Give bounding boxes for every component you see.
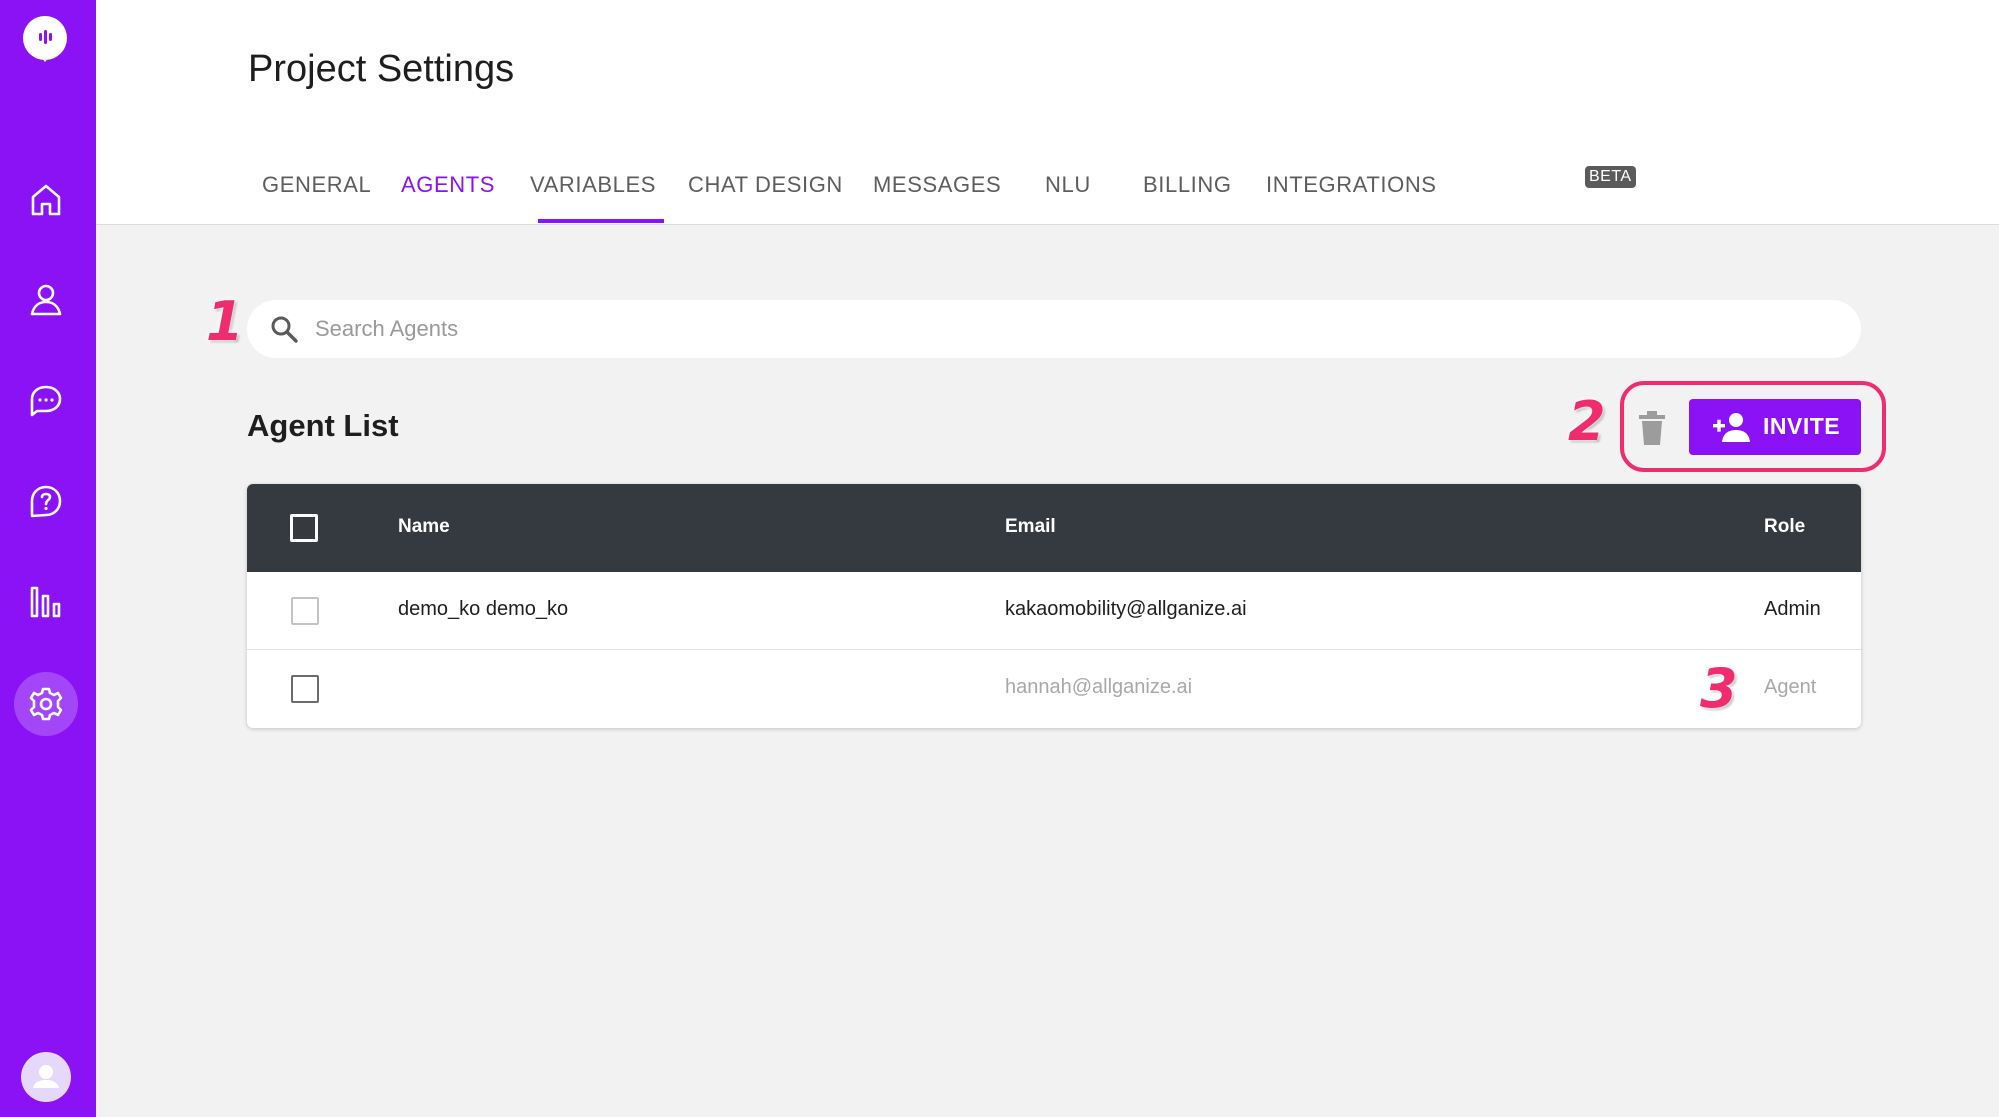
avatar[interactable] [21, 1052, 71, 1102]
active-tab-indicator [538, 219, 664, 223]
agent-role: Admin [1764, 598, 1821, 620]
tab-chat-design[interactable]: CHAT DESIGN [688, 172, 843, 198]
tab-billing[interactable]: BILLING [1143, 172, 1232, 198]
tab-agents[interactable]: AGENTS [401, 172, 495, 198]
table-row[interactable]: hannah@allganize.ai Agent [247, 650, 1861, 728]
row-checkbox[interactable] [291, 675, 319, 703]
brand-logo-icon[interactable] [23, 16, 67, 62]
tab-messages[interactable]: MESSAGES [873, 172, 1001, 198]
sidebar [0, 0, 96, 1117]
tab-nlu[interactable]: NLU [1045, 172, 1091, 198]
annotation-1: 1 [206, 290, 244, 353]
home-icon[interactable] [24, 178, 68, 222]
chat-icon[interactable] [24, 379, 68, 423]
user-icon[interactable] [24, 278, 68, 322]
agent-name: demo_ko demo_ko [398, 598, 569, 620]
person-add-icon [1713, 413, 1750, 442]
tab-general[interactable]: GENERAL [262, 172, 371, 198]
select-all-checkbox[interactable] [290, 514, 318, 542]
search-bar[interactable] [247, 300, 1861, 358]
table-row[interactable]: demo_ko demo_ko kakaomobility@allganize.… [247, 572, 1861, 650]
analytics-icon[interactable] [24, 580, 68, 624]
beta-badge: BETA [1585, 166, 1636, 188]
invite-button[interactable]: INVITE [1689, 399, 1861, 455]
search-icon [271, 316, 298, 343]
agent-list-title: Agent List [247, 408, 399, 443]
annotation-3: 3 [1700, 657, 1738, 720]
settings-icon[interactable] [24, 682, 68, 726]
help-icon[interactable] [24, 480, 68, 524]
delete-trash-icon[interactable] [1637, 411, 1667, 445]
page-header: Project Settings GENERAL AGENTS VARIABLE… [96, 0, 1999, 225]
agent-email: kakaomobility@allganize.ai [1005, 598, 1247, 620]
annotation-2: 2 [1568, 390, 1606, 453]
column-header-role: Role [1764, 516, 1806, 537]
table-header: Name Email Role [247, 484, 1861, 572]
invite-label: INVITE [1763, 413, 1841, 439]
tab-variables[interactable]: VARIABLES [530, 172, 656, 198]
agent-role: Agent [1764, 676, 1817, 698]
search-input[interactable] [315, 300, 1815, 358]
agent-table: Name Email Role demo_ko demo_ko kakaomob… [247, 484, 1861, 728]
tab-integrations[interactable]: INTEGRATIONS [1266, 172, 1437, 198]
row-checkbox[interactable] [291, 597, 319, 625]
page-title: Project Settings [248, 48, 515, 90]
agent-email: hannah@allganize.ai [1005, 676, 1193, 698]
column-header-name: Name [398, 516, 450, 537]
column-header-email: Email [1005, 516, 1056, 537]
